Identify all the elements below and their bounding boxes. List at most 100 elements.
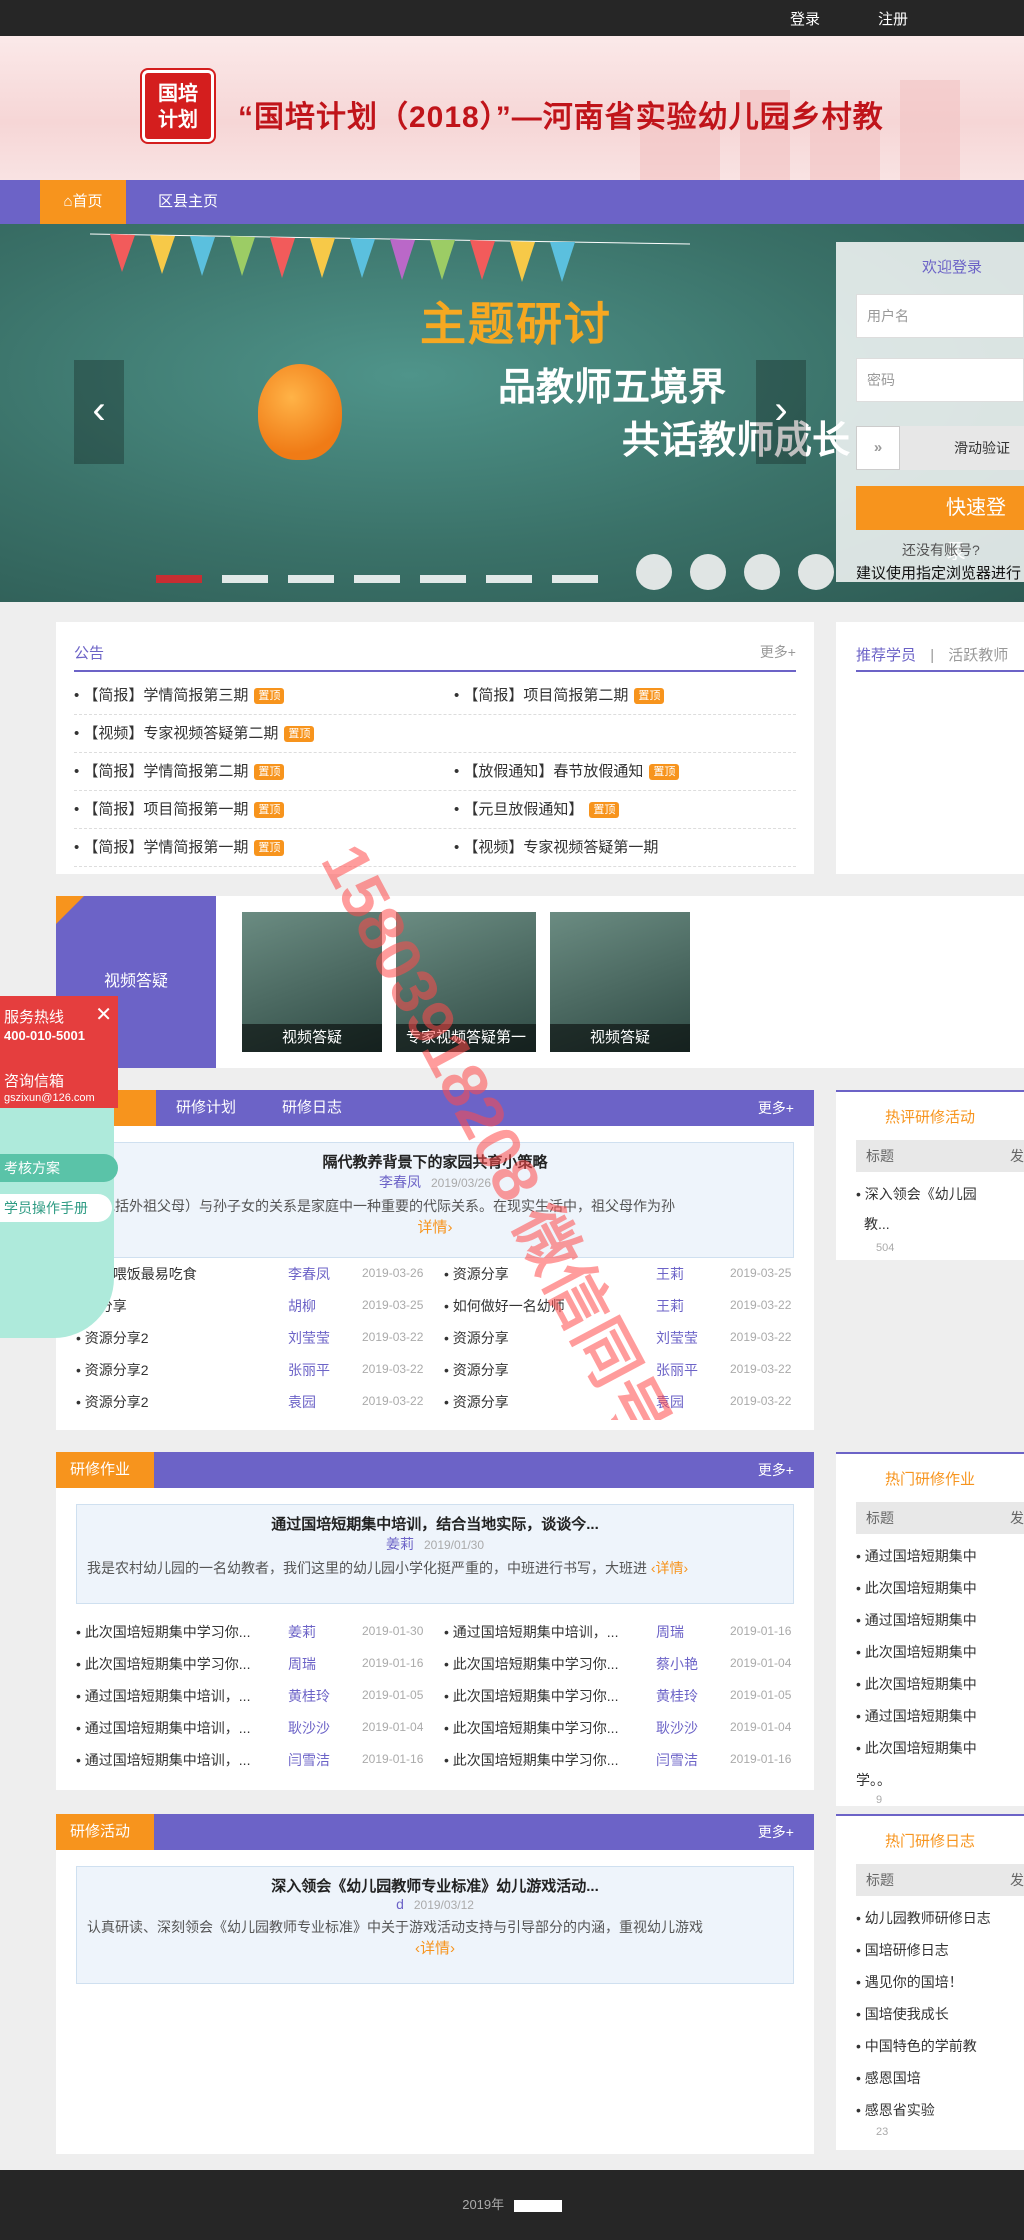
list-item-author[interactable]: 黄桂玲	[288, 1686, 330, 1706]
list-item-author[interactable]: 姜莉	[288, 1622, 316, 1642]
list-item[interactable]: • 宝宝喂饭最易吃食 李春凤 2019-03-26	[76, 1264, 436, 1284]
featured-author[interactable]: 李春凤	[379, 1174, 421, 1190]
banner-dot[interactable]	[486, 575, 532, 583]
list-item[interactable]: • 资源分享 刘莹莹 2019-03-22	[444, 1328, 804, 1348]
list-item-author[interactable]: 耿沙沙	[288, 1718, 330, 1738]
list-item-title[interactable]: • 此次国培短期集中学习你...	[444, 1688, 618, 1704]
notice-item-text[interactable]: • 【视频】专家视频答疑第一期	[454, 839, 658, 856]
list-item-title[interactable]: • 此次国培短期集中学习你...	[444, 1656, 618, 1672]
nav-home[interactable]: ⌂首页	[40, 180, 126, 224]
side-item[interactable]: • 此次国培短期集中	[856, 1738, 977, 1758]
list-item-author[interactable]: 袁园	[288, 1392, 316, 1412]
notice-item[interactable]: • 【简报】项目简报第二期 置顶	[454, 684, 665, 705]
list-item[interactable]: • 资源分享 张丽平 2019-03-22	[444, 1360, 804, 1380]
list-item-author[interactable]: 王莉	[656, 1264, 684, 1284]
list-item[interactable]: • 此次国培短期集中学习你... 周瑞 2019-01-16	[76, 1654, 436, 1674]
notice-item-text[interactable]: • 【简报】学情简报第三期	[74, 687, 248, 704]
nav-county[interactable]: 区县主页	[158, 180, 218, 224]
featured-title[interactable]: 深入领会《幼儿园教师专业标准》幼儿游戏活动...	[87, 1875, 783, 1896]
notice-item[interactable]: • 【简报】学情简报第二期 置顶	[74, 760, 285, 781]
side-item[interactable]: • 中国特色的学前教	[856, 2036, 977, 2056]
list-item-author[interactable]: 耿沙沙	[656, 1718, 698, 1738]
list-item[interactable]: • 通过国培短期集中培训，... 黄桂玲 2019-01-05	[76, 1686, 436, 1706]
tab-homework[interactable]: 研修作业	[56, 1452, 154, 1488]
list-item-author[interactable]: 张丽平	[288, 1360, 330, 1380]
side-item[interactable]: • 通过国培短期集中	[856, 1706, 977, 1726]
video-thumb[interactable]: 视频答疑	[550, 912, 690, 1052]
notice-item[interactable]: • 【视频】专家视频答疑第二期 置顶	[74, 722, 315, 743]
notice-item-text[interactable]: • 【简报】项目简报第一期	[74, 801, 248, 818]
assessment-plan-button[interactable]: 考核方案	[0, 1154, 118, 1182]
double-chevron-icon[interactable]: »	[856, 426, 900, 470]
list-item-title[interactable]: • 此次国培短期集中学习你...	[444, 1752, 618, 1768]
list-item-author[interactable]: 李春凤	[288, 1264, 330, 1284]
guopei-logo[interactable]: 国培 计划	[142, 70, 214, 142]
list-item-author[interactable]: 袁园	[656, 1392, 684, 1412]
activity-more-link[interactable]: 更多+	[758, 1814, 794, 1850]
side-item[interactable]: • 通过国培短期集中	[856, 1546, 977, 1566]
list-item-title[interactable]: • 此次国培短期集中学习你...	[76, 1656, 250, 1672]
side-item[interactable]: • 此次国培短期集中	[856, 1578, 977, 1598]
side-item[interactable]: • 感恩国培	[856, 2068, 921, 2088]
notice-item[interactable]: • 【放假通知】春节放假通知 置顶	[454, 760, 680, 781]
side-item[interactable]: • 感恩省实验	[856, 2100, 935, 2120]
list-item[interactable]: • 此次国培短期集中学习你... 闫雪洁 2019-01-16	[444, 1750, 804, 1770]
notice-item[interactable]: • 【简报】学情简报第一期 置顶	[74, 836, 285, 857]
banner-dot[interactable]	[552, 575, 598, 583]
list-item-title[interactable]: • 如何做好一名幼师	[444, 1298, 565, 1314]
list-item-author[interactable]: 黄桂玲	[656, 1686, 698, 1706]
list-item-title[interactable]: • 资源分享	[444, 1362, 509, 1378]
tab-research-log[interactable]: 研修日志	[282, 1090, 342, 1126]
list-item[interactable]: • 资源分享2 刘莹莹 2019-03-22	[76, 1328, 436, 1348]
list-item[interactable]: • 此次国培短期集中学习你... 耿沙沙 2019-01-04	[444, 1718, 804, 1738]
video-thumb[interactable]: 视频答疑	[242, 912, 382, 1052]
featured-detail-link[interactable]: 详情›	[87, 1216, 783, 1237]
list-item-title[interactable]: • 资源分享	[444, 1330, 509, 1346]
list-item[interactable]: • 此次国培短期集中学习你... 姜莉 2019-01-30	[76, 1622, 436, 1642]
side-item[interactable]: • 遇见你的国培！	[856, 1972, 963, 1992]
side-item[interactable]: • 深入领会《幼儿园	[856, 1184, 977, 1204]
list-item-title[interactable]: • 通过国培短期集中培训，...	[76, 1752, 250, 1768]
notice-item-text[interactable]: • 【简报】学情简报第二期	[74, 763, 248, 780]
register-link[interactable]: 注册	[878, 8, 908, 29]
notice-item-text[interactable]: • 【简报】学情简报第一期	[74, 839, 248, 856]
no-account-link[interactable]: 还没有账号?	[902, 540, 980, 560]
list-item-title[interactable]: • 此次国培短期集中学习你...	[76, 1624, 250, 1640]
notice-item-text[interactable]: • 【简报】项目简报第二期	[454, 687, 628, 704]
fast-login-button[interactable]: 快速登录	[856, 486, 1024, 563]
side-item[interactable]: 教...	[856, 1214, 890, 1234]
list-item-title[interactable]: • 资源分享	[444, 1266, 509, 1282]
side-item[interactable]: • 幼儿园教师研修日志	[856, 1908, 991, 1928]
slide-verify[interactable]: » 滑动验证	[856, 426, 1024, 470]
side-item[interactable]: • 通过国培短期集中	[856, 1610, 977, 1630]
tab-recommended-students[interactable]: 推荐学员	[856, 647, 916, 664]
list-item-title[interactable]: • 通过国培短期集中培训，...	[76, 1720, 250, 1736]
password-input[interactable]: 密码	[856, 358, 1024, 402]
notice-item[interactable]: • 【元旦放假通知】 置顶	[454, 798, 620, 819]
list-item[interactable]: • 资源分享2 张丽平 2019-03-22	[76, 1360, 436, 1380]
list-item-author[interactable]: 周瑞	[656, 1622, 684, 1642]
username-input[interactable]: 用户名	[856, 294, 1024, 338]
cnzz-badge-icon[interactable]	[513, 2199, 562, 2212]
list-item-title[interactable]: • 资源分享2	[76, 1394, 149, 1410]
list-item[interactable]: • 通过国培短期集中培训，... 耿沙沙 2019-01-04	[76, 1718, 436, 1738]
list-item-title[interactable]: • 通过国培短期集中培训，...	[444, 1624, 618, 1640]
notice-more-link[interactable]: 更多+	[760, 642, 796, 662]
list-item-author[interactable]: 闫雪洁	[288, 1750, 330, 1770]
list-item-author[interactable]: 王莉	[656, 1296, 684, 1316]
notice-item[interactable]: • 【简报】项目简报第一期 置顶	[74, 798, 285, 819]
list-item[interactable]: • 源分享胡柳2019-03-25	[76, 1296, 436, 1316]
featured-title[interactable]: 隔代教养背景下的家园共育小策略	[87, 1151, 783, 1172]
side-item[interactable]: • 国培使我成长	[856, 2004, 949, 2024]
list-item-author[interactable]: 刘莹莹	[288, 1328, 330, 1348]
list-item[interactable]: • 资源分享2 袁园 2019-03-22	[76, 1392, 436, 1412]
video-thumb[interactable]: 专家视频答疑第一	[396, 912, 536, 1052]
side-item[interactable]: • 此次国培短期集中	[856, 1642, 977, 1662]
student-manual-button[interactable]: 学员操作手册	[0, 1194, 112, 1222]
list-item-author[interactable]: 刘莹莹	[656, 1328, 698, 1348]
list-item-title[interactable]: • 此次国培短期集中学习你...	[444, 1720, 618, 1736]
list-item[interactable]: • 资源分享 王莉 2019-03-25	[444, 1264, 804, 1284]
tab-research-plan[interactable]: 研修计划	[176, 1090, 236, 1126]
notice-item-text[interactable]: • 【元旦放假通知】	[454, 801, 583, 818]
list-item[interactable]: • 通过国培短期集中培训，... 周瑞 2019-01-16	[444, 1622, 804, 1642]
